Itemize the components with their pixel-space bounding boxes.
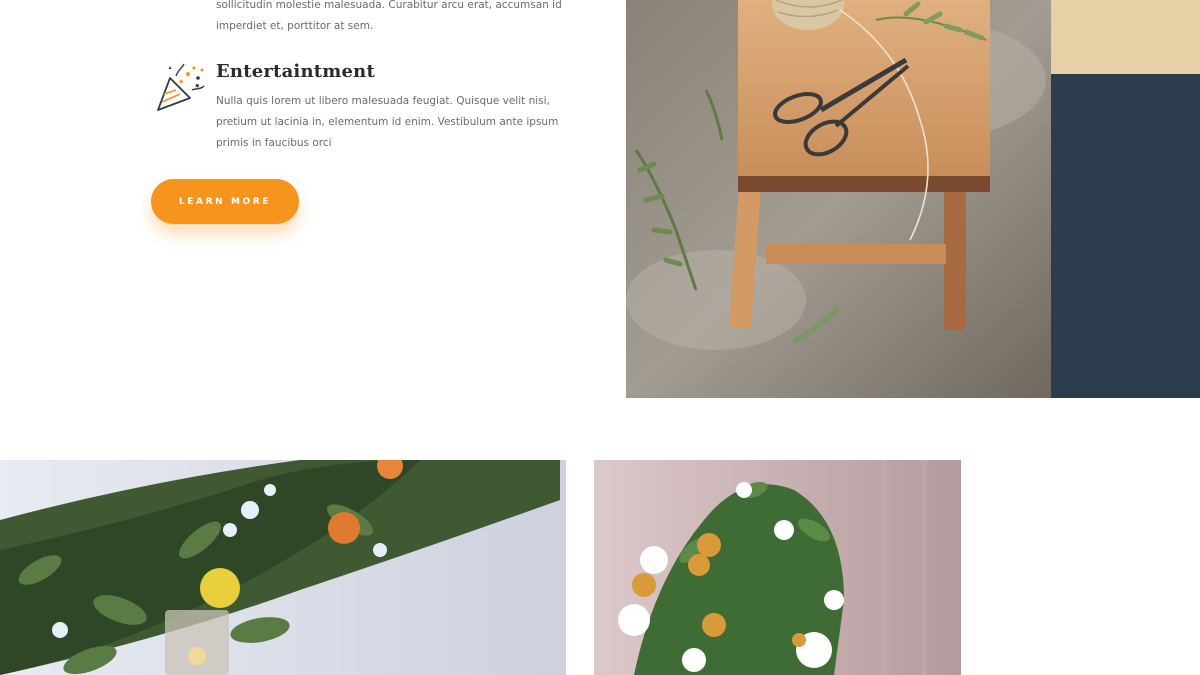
feature-description: Nulla quis lorem ut libero malesuada feu… xyxy=(216,95,559,149)
feature-title: Entertaintment xyxy=(216,61,375,82)
learn-more-button[interactable]: LEARN MORE xyxy=(151,179,299,224)
beige-color-block xyxy=(1051,0,1200,74)
navy-color-block xyxy=(1051,74,1200,398)
bouquet-photo xyxy=(594,460,961,675)
garland-photo xyxy=(0,460,566,675)
stool-photo xyxy=(626,0,1051,398)
previous-feature-text: sollicitudin molestie malesuada. Curabit… xyxy=(216,0,562,32)
party-popper-icon xyxy=(154,60,208,114)
